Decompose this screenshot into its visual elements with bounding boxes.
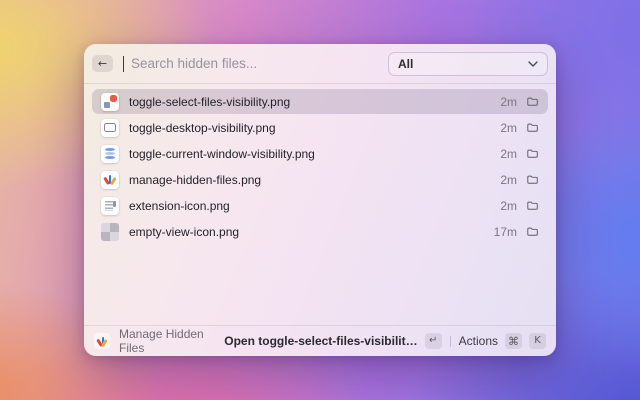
search-input[interactable] [131, 56, 381, 71]
command-key-icon: ⌘ [505, 333, 522, 349]
back-arrow-icon: ← [98, 58, 107, 69]
folder-icon [526, 225, 539, 238]
actions-button[interactable]: Actions ⌘ K [459, 333, 546, 349]
file-name: toggle-desktop-visibility.png [129, 121, 276, 135]
folder-icon [526, 147, 539, 160]
desktop-thumbnail-icon [101, 119, 119, 137]
file-modified-time: 2m [500, 199, 517, 213]
search-header: ← All [84, 44, 556, 84]
file-row[interactable]: extension-icon.png 2m [92, 193, 548, 218]
file-modified-time: 2m [500, 95, 517, 109]
filter-dropdown[interactable]: All [388, 52, 548, 76]
file-row[interactable]: toggle-select-files-visibility.png 2m [92, 89, 548, 114]
extension-thumbnail-icon [101, 197, 119, 215]
file-name: toggle-select-files-visibility.png [129, 95, 290, 109]
file-list: toggle-select-files-visibility.png 2m to… [84, 84, 556, 325]
enter-key-icon: ↵ [425, 333, 442, 349]
empty-view-thumbnail-icon [101, 223, 119, 241]
window-stack-thumbnail-icon [101, 145, 119, 163]
select-files-thumbnail-icon [101, 93, 119, 111]
file-modified-time: 2m [500, 121, 517, 135]
back-button[interactable]: ← [92, 55, 113, 72]
folder-icon [526, 173, 539, 186]
folder-icon [526, 95, 539, 108]
file-name: empty-view-icon.png [129, 225, 239, 239]
file-modified-time: 17m [494, 225, 517, 239]
file-row[interactable]: manage-hidden-files.png 2m [92, 167, 548, 192]
file-row[interactable]: empty-view-icon.png 17m [92, 219, 548, 244]
file-modified-time: 2m [500, 147, 517, 161]
file-name: toggle-current-window-visibility.png [129, 147, 315, 161]
primary-action-button[interactable]: Open toggle-select-files-visibilit… ↵ [224, 333, 441, 349]
primary-action-label: Open toggle-select-files-visibilit… [224, 334, 417, 348]
file-row[interactable]: toggle-desktop-visibility.png 2m [92, 115, 548, 140]
chevron-down-icon [528, 61, 538, 67]
file-modified-time: 2m [500, 173, 517, 187]
file-row[interactable]: toggle-current-window-visibility.png 2m [92, 141, 548, 166]
footer-bar: Manage Hidden Files Open toggle-select-f… [84, 325, 556, 356]
folder-icon [526, 199, 539, 212]
footer-extension-info: Manage Hidden Files [94, 327, 216, 355]
extension-name-label: Manage Hidden Files [119, 327, 216, 355]
footer-divider [450, 336, 451, 347]
folder-icon [526, 121, 539, 134]
launcher-window: ← All toggle-select-files-visibility.png… [84, 44, 556, 356]
hidden-files-extension-logo-icon [94, 333, 110, 349]
hidden-files-thumbnail-icon [101, 171, 119, 189]
k-key-icon: K [529, 333, 546, 349]
actions-label: Actions [459, 334, 498, 348]
filter-selected-value: All [398, 57, 413, 71]
file-name: extension-icon.png [129, 199, 230, 213]
text-caret [123, 56, 124, 72]
file-name: manage-hidden-files.png [129, 173, 261, 187]
